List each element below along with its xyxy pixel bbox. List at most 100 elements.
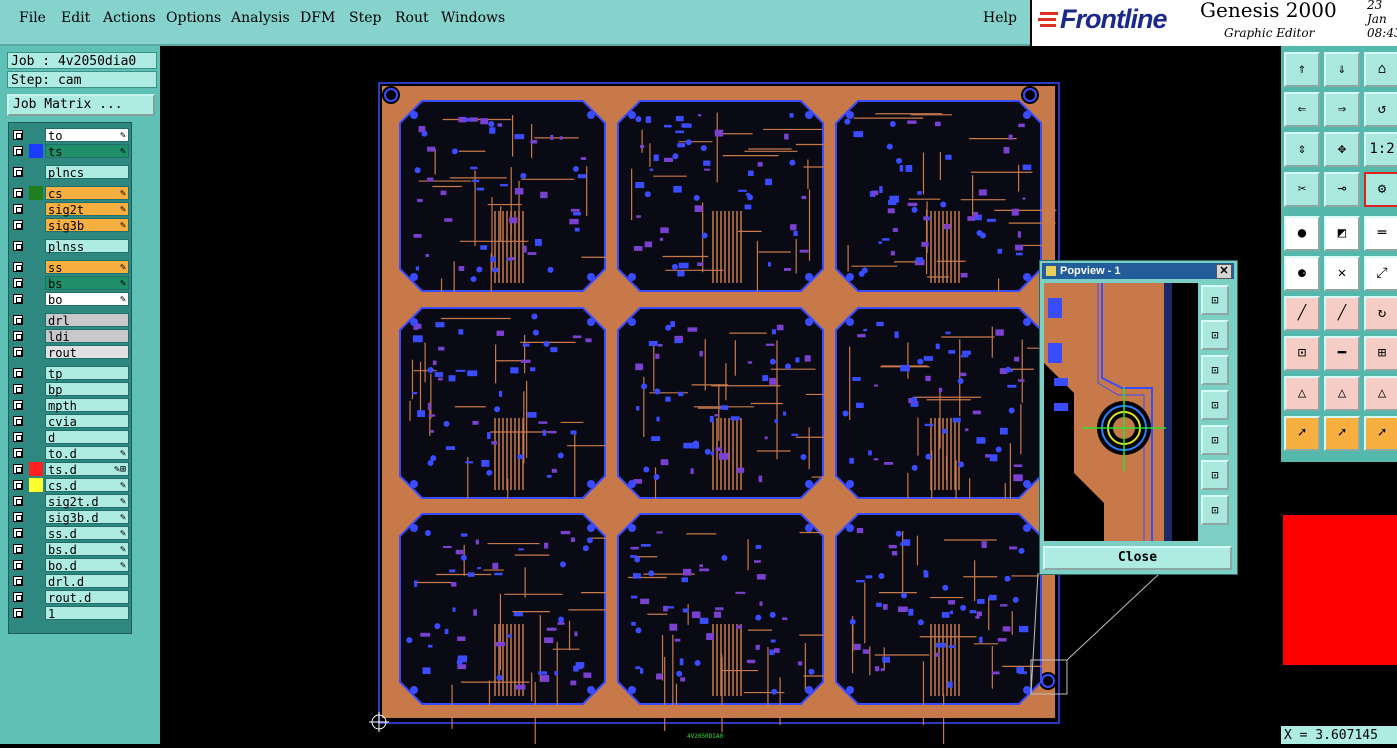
- layer-color-swatch[interactable]: [29, 398, 43, 412]
- layer-name[interactable]: ldi: [45, 329, 129, 344]
- layer-color-swatch[interactable]: [29, 218, 43, 232]
- popview-tool-button[interactable]: ⊡: [1201, 355, 1229, 385]
- layer-checkbox[interactable]: [13, 262, 23, 272]
- menu-analysis[interactable]: Analysis: [231, 10, 290, 26]
- tool-button[interactable]: ╱: [1324, 296, 1360, 331]
- layer-name[interactable]: rout.d: [45, 590, 129, 605]
- tool-button[interactable]: △: [1364, 376, 1397, 411]
- layer-row[interactable]: bo.d ✎: [9, 557, 131, 573]
- layer-color-swatch[interactable]: [29, 558, 43, 572]
- layer-checkbox[interactable]: [13, 368, 23, 378]
- layer-checkbox[interactable]: [13, 448, 23, 458]
- tool-button[interactable]: ⇒: [1324, 92, 1360, 127]
- layer-color-swatch[interactable]: [29, 414, 43, 428]
- tool-button[interactable]: ⊞: [1364, 336, 1397, 371]
- tool-button[interactable]: ⌂: [1364, 52, 1397, 87]
- layer-row[interactable]: bs.d ✎: [9, 541, 131, 557]
- layer-checkbox[interactable]: [13, 592, 23, 602]
- menu-help[interactable]: Help: [983, 10, 1017, 26]
- layer-name[interactable]: tp: [45, 366, 129, 381]
- layer-color-swatch[interactable]: [29, 478, 43, 492]
- layer-row[interactable]: bp: [9, 381, 131, 397]
- popview-tool-button[interactable]: ⊡: [1201, 285, 1229, 315]
- layer-name[interactable]: sig3b ✎: [45, 218, 129, 233]
- tool-button[interactable]: ✥: [1324, 132, 1360, 167]
- layer-row[interactable]: sig3b.d ✎: [9, 509, 131, 525]
- layer-name[interactable]: 1: [45, 606, 129, 621]
- layer-color-swatch[interactable]: [29, 494, 43, 508]
- tool-button[interactable]: ➚: [1284, 416, 1320, 451]
- tool-button[interactable]: △: [1284, 376, 1320, 411]
- layer-row[interactable]: drl: [9, 312, 131, 328]
- layer-checkbox[interactable]: [13, 576, 23, 586]
- layer-checkbox[interactable]: [13, 241, 23, 251]
- layer-checkbox[interactable]: [13, 560, 23, 570]
- layer-color-swatch[interactable]: [29, 202, 43, 216]
- layer-checkbox[interactable]: [13, 400, 23, 410]
- layer-row[interactable]: rout.d: [9, 589, 131, 605]
- layer-checkbox[interactable]: [13, 512, 23, 522]
- layer-name[interactable]: mpth: [45, 398, 129, 413]
- layer-checkbox[interactable]: [13, 347, 23, 357]
- layer-checkbox[interactable]: [13, 278, 23, 288]
- tool-button[interactable]: ↻: [1364, 296, 1397, 331]
- layer-row[interactable]: ldi: [9, 328, 131, 344]
- menu-file[interactable]: File: [19, 10, 46, 26]
- menu-edit[interactable]: Edit: [61, 10, 90, 26]
- layer-name[interactable]: plnss: [45, 239, 129, 254]
- tool-button[interactable]: ⤢: [1364, 256, 1397, 291]
- layer-name[interactable]: sig2t.d ✎: [45, 494, 129, 509]
- layer-checkbox[interactable]: [13, 480, 23, 490]
- layer-color-swatch[interactable]: [29, 382, 43, 396]
- menu-dfm[interactable]: DFM: [300, 10, 335, 26]
- layer-color-swatch[interactable]: [29, 144, 43, 158]
- layer-color-swatch[interactable]: [29, 366, 43, 380]
- tool-button[interactable]: ⊡: [1284, 336, 1320, 371]
- layer-color-swatch[interactable]: [29, 313, 43, 327]
- tool-button[interactable]: ✕: [1324, 256, 1360, 291]
- tool-button[interactable]: ╱: [1284, 296, 1320, 331]
- layer-color-swatch[interactable]: [29, 542, 43, 556]
- layer-checkbox[interactable]: [13, 220, 23, 230]
- tool-button[interactable]: ⚙: [1364, 172, 1397, 207]
- popview-tool-button[interactable]: ⊡: [1201, 320, 1229, 350]
- layer-row[interactable]: ss ✎: [9, 259, 131, 275]
- layer-row[interactable]: rout: [9, 344, 131, 360]
- layer-name[interactable]: rout: [45, 345, 129, 360]
- layer-name[interactable]: sig2t ✎: [45, 202, 129, 217]
- layer-name[interactable]: bs.d ✎: [45, 542, 129, 557]
- layer-row[interactable]: plncs: [9, 164, 131, 180]
- layer-name[interactable]: cvia: [45, 414, 129, 429]
- tool-button[interactable]: ⇑: [1284, 52, 1320, 87]
- layer-color-swatch[interactable]: [29, 165, 43, 179]
- layer-row[interactable]: cs.d ✎: [9, 477, 131, 493]
- layer-checkbox[interactable]: [13, 331, 23, 341]
- layer-row[interactable]: d: [9, 429, 131, 445]
- close-icon[interactable]: ✕: [1216, 264, 1232, 279]
- layer-row[interactable]: bs ✎: [9, 275, 131, 291]
- popview-tool-button[interactable]: ⊡: [1201, 460, 1229, 490]
- layer-checkbox[interactable]: [13, 167, 23, 177]
- layer-row[interactable]: to ✎: [9, 127, 131, 143]
- layer-checkbox[interactable]: [13, 416, 23, 426]
- layer-color-swatch[interactable]: [29, 446, 43, 460]
- layer-checkbox[interactable]: [13, 315, 23, 325]
- tool-button[interactable]: ◩: [1324, 216, 1360, 251]
- layer-color-swatch[interactable]: [29, 430, 43, 444]
- layer-checkbox[interactable]: [13, 294, 23, 304]
- close-button[interactable]: Close: [1043, 546, 1232, 570]
- layer-color-swatch[interactable]: [29, 292, 43, 306]
- layer-name[interactable]: ts ✎: [45, 144, 129, 159]
- layer-row[interactable]: sig3b ✎: [9, 217, 131, 233]
- layer-name[interactable]: ts.d ✎⊞: [45, 462, 129, 477]
- tool-button[interactable]: ⇓: [1324, 52, 1360, 87]
- layer-name[interactable]: cs ✎: [45, 186, 129, 201]
- popview-tool-button[interactable]: ⊡: [1201, 390, 1229, 420]
- tool-button[interactable]: ➚: [1324, 416, 1360, 451]
- tool-button[interactable]: ⚈: [1284, 256, 1320, 291]
- layer-row[interactable]: tp: [9, 365, 131, 381]
- layer-color-swatch[interactable]: [29, 590, 43, 604]
- popview-titlebar[interactable]: Popview - 1 ✕: [1042, 263, 1234, 279]
- job-matrix-button[interactable]: Job Matrix ...: [7, 94, 155, 116]
- menu-options[interactable]: Options: [166, 10, 221, 26]
